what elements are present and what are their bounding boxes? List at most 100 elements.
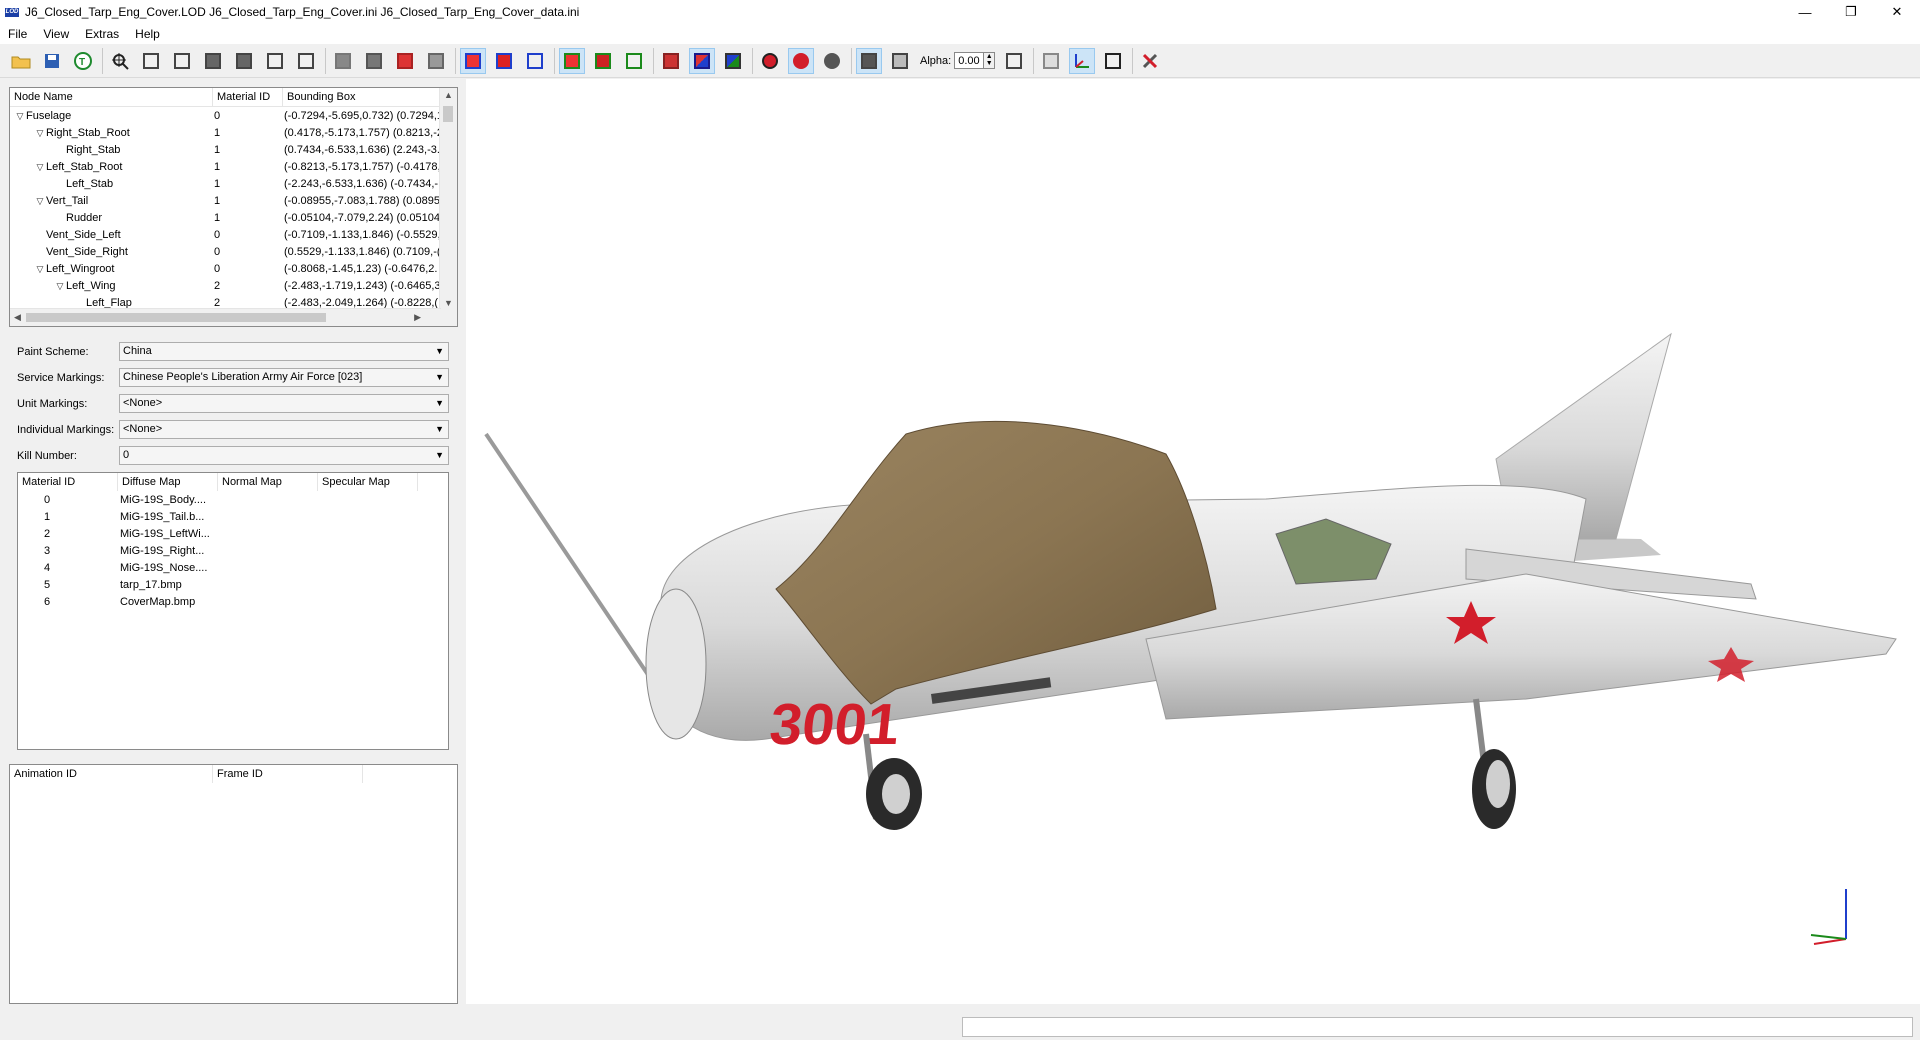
transparent-box-icon[interactable] [887,48,913,74]
wireframe-blue-icon[interactable] [460,47,486,74]
tree-row[interactable]: Left_Stab 1 (-2.243,-6.533,1.636) (-0.7434… [10,175,457,192]
tree-row[interactable]: Vent_Side_Right 0 (0.5529,-1.133,1.846) (0… [10,243,457,260]
tree-horizontal-scrollbar[interactable]: ◀ ▶ [10,308,441,326]
chevron-down-icon[interactable]: ▽ [34,264,46,275]
tree-row[interactable]: Vent_Side_Left 0 (-0.7109,-1.133,1.846) (-… [10,226,457,243]
alpha-spinner[interactable]: ▲ ▼ [984,52,996,69]
textured-icon[interactable] [392,48,418,74]
material-id-cell: 0 [214,109,221,122]
tree-row[interactable]: Rudder 1 (-0.05104,-7.079,2.24) (0.05104 [10,209,457,226]
texture-box-icon[interactable] [1038,48,1064,74]
material-row[interactable]: 2 MiG-19S_LeftWi... [18,525,448,542]
materials-list[interactable]: Material ID Diffuse Map Normal Map Specu… [17,472,449,750]
tree-row[interactable]: Right_Stab 1 (0.7434,-6.533,1.636) (2.243,… [10,141,457,158]
nose-number: 3001 [767,692,903,757]
menu-extras[interactable]: Extras [77,27,127,41]
save-icon[interactable] [39,48,65,74]
chevron-down-icon[interactable]: ▽ [14,111,26,122]
texture-icon[interactable]: T [70,48,96,74]
column-material-id[interactable]: Material ID [213,88,283,106]
tree-row[interactable]: ▽ Left_Wingroot 0 (-0.8068,-1.45,1.23) (-0.… [10,260,457,277]
tree-row[interactable]: ▽ Right_Stab_Root 1 (0.4178,-5.173,1.757) (… [10,124,457,141]
material-row[interactable]: 1 MiG-19S_Tail.b... [18,508,448,525]
tools-icon[interactable] [1137,48,1163,74]
axis-y [1810,934,1847,940]
material-row[interactable]: 0 MiG-19S_Body.... [18,491,448,508]
model-viewport[interactable]: 3001 [466,79,1920,1004]
material-row[interactable]: 4 MiG-19S_Nose.... [18,559,448,576]
bug-red-icon[interactable] [788,47,814,74]
chevron-down-icon[interactable]: ▽ [54,281,66,292]
service-markings-label: Service Markings: [17,372,105,384]
column-frame-id[interactable]: Frame ID [213,765,363,783]
red-target-icon[interactable] [757,48,783,74]
node-name-cell: Vent_Side_Left [10,229,210,241]
menu-file[interactable]: File [0,27,35,41]
minimize-button[interactable]: — [1782,0,1828,24]
title-bar: LOD J6_Closed_Tarp_Eng_Cover.LOD J6_Clos… [0,0,1920,24]
column-animation-id[interactable]: Animation ID [10,765,213,783]
wire-box-icon[interactable] [1001,48,1027,74]
bbox-green-icon[interactable] [590,48,616,74]
view-back-icon[interactable] [169,48,195,74]
view-bottom-icon[interactable] [293,48,319,74]
bounding-box-cell: (-0.05104,-7.079,2.24) (0.05104 [284,211,440,224]
normals-icon[interactable] [658,48,684,74]
node-name-cell: ▽ Left_Stab_Root [10,161,210,173]
kill-number-select[interactable]: 0 ▼ [119,446,449,465]
flat-icon[interactable] [361,48,387,74]
close-button[interactable]: ✕ [1874,0,1920,24]
column-specular-map[interactable]: Specular Map [318,473,418,491]
shaded-icon[interactable] [330,48,356,74]
menu-view[interactable]: View [35,27,77,41]
outline-green-icon[interactable] [621,48,647,74]
paint-scheme-select[interactable]: China ▼ [119,342,449,361]
view-right-icon[interactable] [231,48,257,74]
chevron-down-icon[interactable]: ▽ [34,162,46,173]
box-view-icon[interactable] [1100,48,1126,74]
individual-markings-select[interactable]: <None> ▼ [119,420,449,439]
service-markings-select[interactable]: Chinese People's Liberation Army Air For… [119,368,449,387]
chevron-down-icon[interactable]: ▽ [34,196,46,207]
material-row[interactable]: 6 CoverMap.bmp [18,593,448,610]
column-normal-map[interactable]: Normal Map [218,473,318,491]
paint-scheme-row: Paint Scheme: [17,342,119,362]
tree-row[interactable]: ▽ Left_Wing 2 (-2.483,-1.719,1.243) (-0.646… [10,277,457,294]
column-diffuse-map[interactable]: Diffuse Map [118,473,218,491]
solid-box-icon[interactable] [856,47,882,74]
zoom-fit-icon[interactable] [107,48,133,74]
tree-row[interactable]: ▽ Left_Stab_Root 1 (-0.8213,-5.173,1.757) (… [10,158,457,175]
column-node-name[interactable]: Node Name [10,88,213,106]
bbox-blue-icon[interactable] [491,48,517,74]
view-left-icon[interactable] [200,48,226,74]
alpha-input[interactable]: 0.00 [954,52,985,69]
tree-row[interactable]: ▽ Fuselage 0 (-0.7294,-5.695,0.732) (0.7294… [10,107,457,124]
kill-number-label: Kill Number: [17,450,77,462]
column-bounding-box[interactable]: Bounding Box [283,88,442,106]
solid-gray-icon[interactable] [423,48,449,74]
node-tree[interactable]: Node Name Material ID Bounding Box ▽ Fuse… [9,87,458,327]
wireframe-green-icon[interactable] [559,47,585,74]
node-name: Right_Stab_Root [46,126,130,139]
material-id-cell: 2 [214,296,221,309]
column-material-id[interactable]: Material ID [18,473,118,491]
view-top-icon[interactable] [262,48,288,74]
open-folder-icon[interactable] [8,48,34,74]
bug-gray-icon[interactable] [819,48,845,74]
individual-markings-label: Individual Markings: [17,424,115,436]
animation-list[interactable]: Animation ID Frame ID [9,764,458,1004]
view-front-icon[interactable] [138,48,164,74]
outline-blue-icon[interactable] [522,48,548,74]
chevron-down-icon[interactable]: ▽ [34,128,46,139]
material-row[interactable]: 5 tarp_17.bmp [18,576,448,593]
material-id-cell: 0 [214,228,221,241]
axis-cube-icon[interactable] [689,47,715,74]
colored-cube-icon[interactable] [720,48,746,74]
material-row[interactable]: 3 MiG-19S_Right... [18,542,448,559]
maximize-button[interactable]: ❐ [1828,0,1874,24]
axes-icon[interactable] [1069,47,1096,74]
tree-vertical-scrollbar[interactable]: ▲ ▼ [439,88,457,326]
menu-help[interactable]: Help [127,27,168,41]
tree-row[interactable]: ▽ Vert_Tail 1 (-0.08955,-7.083,1.788) (0.08… [10,192,457,209]
unit-markings-select[interactable]: <None> ▼ [119,394,449,413]
